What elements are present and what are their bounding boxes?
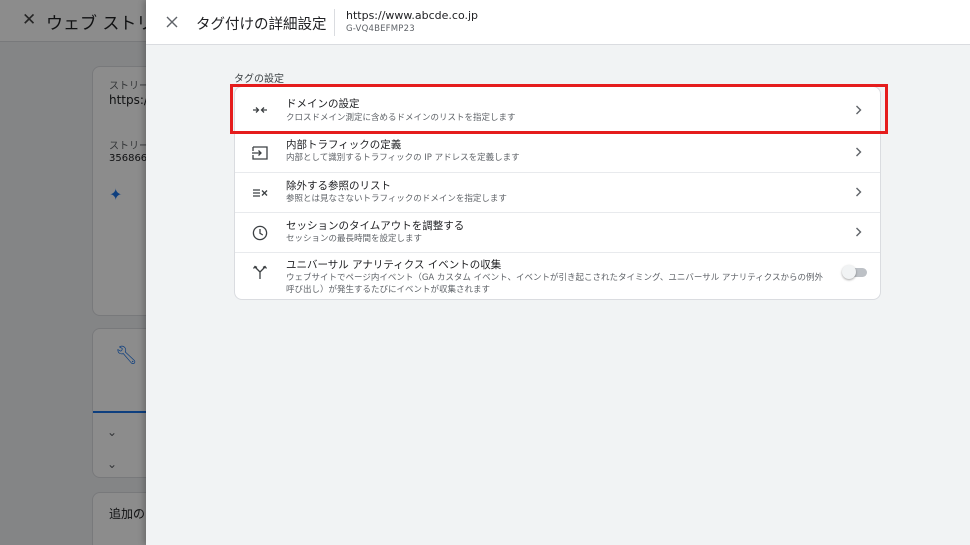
- page-title: タグ付けの詳細設定: [196, 17, 327, 33]
- list-item-title: 内部トラフィックの定義: [286, 139, 402, 151]
- header-divider: [334, 9, 335, 36]
- list-item-description: セッションの最長時間を設定します: [286, 234, 423, 244]
- chevron-right-icon: [852, 226, 864, 238]
- measurement-id: G-VQ4BEFMP23: [346, 24, 415, 34]
- login-arrow-icon: [251, 144, 269, 162]
- merge-arrows-icon: [251, 101, 269, 119]
- chevron-right-icon: [852, 146, 864, 158]
- panel-header: タグ付けの詳細設定 https://www.abcde.co.jp G-VQ4B…: [146, 0, 970, 45]
- close-icon: [166, 16, 178, 28]
- list-item-title: ユニバーサル アナリティクス イベントの収集: [286, 259, 502, 271]
- list-item-title: 除外する参照のリスト: [286, 180, 391, 192]
- section-label: タグの設定: [234, 74, 284, 85]
- list-item-description: クロスドメイン測定に含めるドメインのリストを指定します: [286, 113, 516, 123]
- list-item-session-timeout[interactable]: セッションのタイムアウトを調整する セッションの最長時間を設定します: [235, 213, 880, 253]
- list-item-description: 参照とは見なさないトラフィックのドメインを指定します: [286, 194, 507, 204]
- fork-icon: [251, 263, 269, 281]
- stream-url: https://www.abcde.co.jp: [346, 9, 479, 22]
- ua-events-toggle[interactable]: [842, 265, 868, 279]
- toggle-knob: [842, 265, 856, 279]
- tagging-settings-panel: タグ付けの詳細設定 https://www.abcde.co.jp G-VQ4B…: [146, 0, 970, 545]
- clock-icon: [251, 224, 269, 242]
- list-item-domain-settings[interactable]: ドメインの設定 クロスドメイン測定に含めるドメインのリストを指定します: [235, 87, 880, 133]
- chevron-right-icon: [852, 186, 864, 198]
- list-remove-icon: [251, 184, 269, 202]
- chevron-right-icon: [852, 104, 864, 116]
- list-item-title: セッションのタイムアウトを調整する: [286, 220, 465, 232]
- list-item-excluded-referrals[interactable]: 除外する参照のリスト 参照とは見なさないトラフィックのドメインを指定します: [235, 173, 880, 213]
- close-button[interactable]: [162, 12, 182, 32]
- list-item-ua-events: ユニバーサル アナリティクス イベントの収集 ウェブサイトでページ内イベント（G…: [235, 253, 880, 299]
- list-item-title: ドメインの設定: [286, 98, 360, 110]
- list-item-internal-traffic[interactable]: 内部トラフィックの定義 内部として識別するトラフィックの IP アドレスを定義し…: [235, 133, 880, 173]
- list-item-description-line2: 呼び出し）が発生するたびにイベントが収集されます: [286, 285, 491, 295]
- tag-settings-list: ドメインの設定 クロスドメイン測定に含めるドメインのリストを指定します 内部トラ…: [234, 86, 881, 300]
- list-item-description: 内部として識別するトラフィックの IP アドレスを定義します: [286, 153, 520, 163]
- list-item-description: ウェブサイトでページ内イベント（GA カスタム イベント、イベントが引き起こされ…: [286, 273, 823, 283]
